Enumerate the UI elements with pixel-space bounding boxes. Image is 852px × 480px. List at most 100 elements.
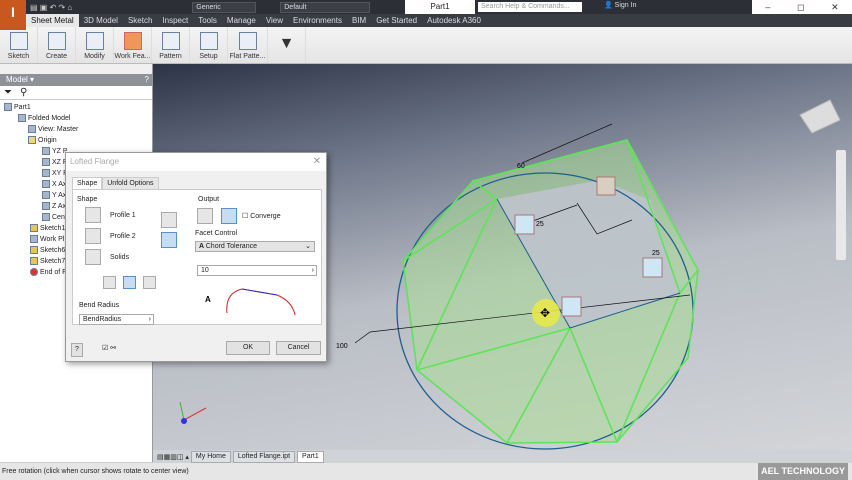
facet-control-label: Facet Control: [195, 230, 238, 237]
shape-group-label: Shape: [77, 196, 98, 203]
create-button[interactable]: Create: [38, 27, 76, 63]
sign-in-link[interactable]: 👤 Sign In: [604, 1, 636, 9]
tab-sketch[interactable]: Sketch: [123, 14, 157, 27]
app-logo[interactable]: I: [0, 0, 26, 30]
find-icon[interactable]: ⚲: [20, 87, 27, 98]
browser-title[interactable]: Model ▾: [6, 74, 34, 86]
bend-option-1[interactable]: [103, 276, 116, 289]
tree-item[interactable]: View: Master: [28, 125, 78, 133]
more-button[interactable]: ▼: [268, 27, 306, 63]
dialog-body: Shape Profile 1 Profile 2 Solids Bend Ra…: [72, 189, 322, 325]
tab-view[interactable]: View: [261, 14, 288, 27]
dimension-25-b[interactable]: 25: [652, 250, 660, 257]
preview-checkbox[interactable]: ☑ ⚯: [102, 344, 116, 352]
tab-3d-model[interactable]: 3D Model: [79, 14, 123, 27]
pattern-button[interactable]: Pattern: [152, 27, 190, 63]
help-button[interactable]: ?: [71, 343, 83, 357]
tree-item[interactable]: Sketch1: [30, 224, 65, 232]
search-input[interactable]: Search Help & Commands...: [478, 2, 582, 12]
quick-access-icons[interactable]: ▤ ▣ ↶ ↷ ⌂: [30, 3, 72, 12]
flat-pattern-button[interactable]: Flat Patte...: [228, 27, 268, 63]
setup-button[interactable]: Setup: [190, 27, 228, 63]
help-icon[interactable]: ?: [145, 74, 149, 86]
dimension-25-a[interactable]: 25: [536, 221, 544, 228]
output-press-brake-button[interactable]: [221, 208, 237, 224]
solids-select-button[interactable]: [85, 249, 101, 265]
tab-unfold-options[interactable]: Unfold Options: [102, 177, 159, 189]
bend-radius-label: Bend Radius: [79, 302, 120, 309]
document-tabs: ▤▦▥◫ ▴ My Home Lofted Flange.ipt Part1: [153, 450, 852, 463]
modify-icon: [85, 32, 104, 50]
profile1-label: Profile 1: [110, 212, 136, 219]
converge-checkbox[interactable]: ☐ Converge: [242, 212, 281, 220]
modify-button[interactable]: Modify: [76, 27, 114, 63]
tab-environments[interactable]: Environments: [288, 14, 347, 27]
layout-icons[interactable]: ▤▦▥◫ ▴: [157, 453, 189, 461]
ribbon-tabs: Sheet Metal 3D Model Sketch Inspect Tool…: [26, 14, 852, 27]
doc-tab-my-home[interactable]: My Home: [190, 450, 231, 463]
doc-tab-part1[interactable]: Part1: [297, 450, 324, 463]
close-icon[interactable]: ✕: [313, 153, 321, 171]
ok-button[interactable]: OK: [226, 341, 270, 355]
work-features-button[interactable]: Work Fea...: [114, 27, 152, 63]
material-select[interactable]: Generic: [192, 1, 257, 13]
tree-item[interactable]: Sketch6: [30, 246, 65, 254]
doc-tab-lofted-flange[interactable]: Lofted Flange.ipt: [232, 450, 296, 463]
ribbon: Sketch Create Modify Work Fea... Pattern…: [0, 27, 852, 64]
flip-button[interactable]: [161, 212, 177, 228]
tree-item[interactable]: Y Ax: [42, 191, 66, 199]
dialog-title: Lofted Flange: [70, 157, 119, 166]
profile2-select-button[interactable]: [85, 228, 101, 244]
tab-bim[interactable]: BIM: [347, 14, 371, 27]
dimension-60[interactable]: 60: [517, 163, 525, 170]
minimize-button[interactable]: –: [765, 2, 770, 12]
maximize-button[interactable]: ◻: [797, 2, 804, 13]
tree-item[interactable]: End of F: [30, 268, 66, 276]
bend-option-2[interactable]: [123, 276, 136, 289]
filter-icon[interactable]: ⏷: [4, 87, 12, 98]
orbit-icon: ✥: [540, 306, 550, 320]
cancel-button[interactable]: Cancel: [276, 341, 321, 355]
tree-item[interactable]: XY P: [42, 169, 68, 177]
watermark-logo: AEL TECHNOLOGY: [758, 463, 848, 480]
tab-get-started[interactable]: Get Started: [371, 14, 422, 27]
dimension-100[interactable]: 100: [336, 343, 348, 350]
tab-sheet-metal[interactable]: Sheet Metal: [26, 14, 79, 27]
appearance-select[interactable]: Default: [280, 1, 371, 13]
status-text: Free rotation (click when cursor shows r…: [2, 468, 189, 475]
create-icon: [47, 32, 66, 50]
setup-icon: [199, 32, 218, 50]
bend-option-3[interactable]: [143, 276, 156, 289]
viewcube-icon[interactable]: [799, 99, 841, 134]
tree-item[interactable]: Z Ax: [42, 202, 66, 210]
window-controls: – ◻ ✕: [752, 0, 852, 14]
tab-tools[interactable]: Tools: [193, 14, 222, 27]
tree-item[interactable]: YZ P: [42, 147, 68, 155]
tree-item[interactable]: Part1: [4, 103, 31, 111]
tab-autodesk-a360[interactable]: Autodesk A360: [422, 14, 486, 27]
facet-control-select[interactable]: A Chord Tolerance ⌄: [195, 241, 315, 252]
tab-inspect[interactable]: Inspect: [157, 14, 193, 27]
tree-item[interactable]: Cen: [42, 213, 65, 221]
axis-triad-icon: [179, 401, 207, 424]
tree-item[interactable]: Sketch7: [30, 257, 65, 265]
tab-manage[interactable]: Manage: [222, 14, 261, 27]
chord-tolerance-preview: A: [205, 288, 296, 316]
tree-item[interactable]: Folded Model: [18, 114, 70, 122]
tree-item[interactable]: Origin: [28, 136, 57, 144]
flat-pattern-icon: [238, 32, 257, 50]
output-die-formed-button[interactable]: [197, 208, 213, 224]
facet-value-input[interactable]: 10 ›: [197, 265, 317, 276]
tree-item[interactable]: Work Pl: [30, 235, 64, 243]
sketch-button[interactable]: Sketch: [0, 27, 38, 63]
tree-item[interactable]: X Ax: [42, 180, 66, 188]
navigation-bar[interactable]: [836, 150, 846, 260]
bend-radius-input[interactable]: BendRadius ›: [79, 314, 154, 325]
tab-shape[interactable]: Shape: [72, 177, 103, 189]
profile1-select-button[interactable]: [85, 207, 101, 223]
chevron-down-icon: ▼: [278, 34, 295, 52]
sheet-metal-defaults-button[interactable]: [161, 232, 177, 248]
close-button[interactable]: ✕: [831, 2, 839, 13]
tree-item[interactable]: XZ P: [42, 158, 68, 166]
profile2-label: Profile 2: [110, 233, 136, 240]
